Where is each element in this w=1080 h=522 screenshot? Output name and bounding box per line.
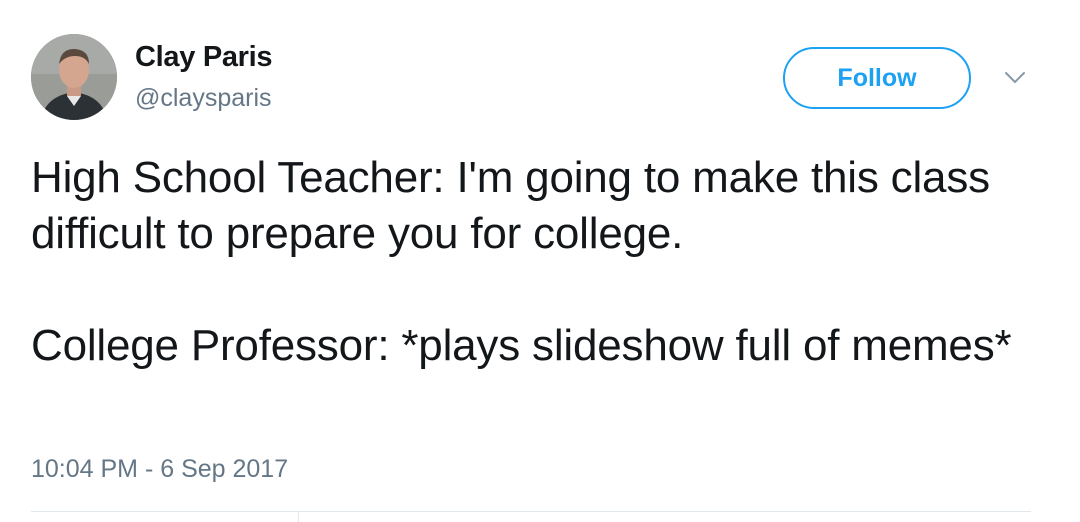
tweet-card: Clay Paris @claysparis Follow High Schoo… [0,0,1080,522]
tweet-text-paragraph: College Professor: *plays slideshow full… [31,321,1012,370]
avatar-image [31,34,117,120]
author-handle[interactable]: @claysparis [135,84,272,113]
tweet-text-paragraph: High School Teacher: I'm going to make t… [31,153,990,258]
author-name[interactable]: Clay Paris [135,41,273,74]
divider [298,511,299,522]
avatar[interactable] [31,34,117,120]
chevron-down-icon [1005,72,1025,83]
tweet-text: High School Teacher: I'm going to make t… [31,150,1041,374]
tweet-timestamp[interactable]: 10:04 PM - 6 Sep 2017 [31,455,288,484]
more-options-button[interactable] [1000,66,1030,90]
divider [31,511,1031,512]
follow-button[interactable]: Follow [783,47,971,109]
